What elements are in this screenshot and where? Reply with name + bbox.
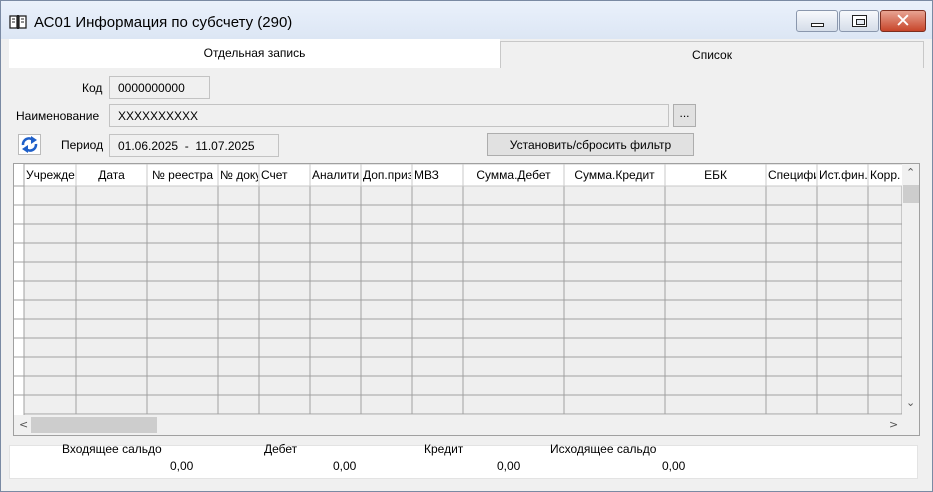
refresh-icon bbox=[21, 136, 38, 153]
column-header[interactable]: Специфи bbox=[765, 164, 820, 187]
table-row[interactable] bbox=[23, 337, 902, 358]
scroll-right-icon[interactable]: > bbox=[889, 418, 898, 431]
column-header[interactable]: ЕБК bbox=[664, 164, 767, 187]
column-header[interactable]: Доп.приз bbox=[360, 164, 414, 187]
horizontal-scroll-thumb[interactable] bbox=[31, 417, 157, 433]
vertical-scroll-thumb[interactable] bbox=[903, 185, 919, 203]
column-header[interactable]: Сумма.Дебет bbox=[462, 164, 565, 187]
column-header-label: Корр. bbox=[870, 168, 900, 182]
credit-value: 0,00 bbox=[497, 459, 521, 473]
refresh-button[interactable] bbox=[18, 134, 41, 155]
window-content: Отдельная запись Список Код 0000000000 Н… bbox=[8, 39, 925, 485]
column-header-label: Сумма.Кредит bbox=[574, 168, 655, 182]
set-reset-filter-button[interactable]: Установить/сбросить фильтр bbox=[487, 133, 694, 156]
period-label: Период bbox=[61, 138, 104, 152]
column-header[interactable]: МВЗ bbox=[411, 164, 464, 187]
records-grid[interactable]: Учрежде Дата № реестра № доку Счет Аналитич До… bbox=[13, 163, 920, 436]
period-field[interactable]: 01.06.2025 - 11.07.2025 bbox=[109, 134, 279, 157]
scroll-down-icon[interactable]: ⌄ bbox=[906, 396, 915, 409]
debit-value: 0,00 bbox=[333, 459, 357, 473]
table-row[interactable] bbox=[23, 318, 902, 339]
grid-table: Учрежде Дата № реестра № доку Счет АналитичДо… bbox=[14, 164, 902, 415]
scroll-up-icon[interactable]: ⌃ bbox=[906, 166, 915, 179]
column-header-label: Счет bbox=[261, 168, 288, 182]
opening-balance-label: Входящее сальдо bbox=[62, 442, 162, 456]
totals-panel: Входящее сальдо 0,00 Дебет 0,00 Кредит 0… bbox=[9, 442, 918, 479]
scroll-left-icon[interactable]: < bbox=[19, 418, 28, 431]
column-header-label: № реестра bbox=[152, 168, 213, 182]
table-row[interactable] bbox=[23, 375, 902, 396]
code-label: Код bbox=[82, 81, 103, 95]
closing-balance-value: 0,00 bbox=[662, 459, 686, 473]
column-header[interactable]: Корр. bbox=[867, 164, 902, 187]
horizontal-scrollbar[interactable]: < > bbox=[14, 415, 902, 435]
record-panel: Код 0000000000 Наименование XXXXXXXXXX .… bbox=[9, 68, 924, 485]
table-row[interactable] bbox=[23, 242, 902, 263]
table-row[interactable] bbox=[23, 280, 902, 301]
column-header[interactable]: Учрежде bbox=[23, 164, 77, 187]
column-header-label: МВЗ bbox=[414, 168, 439, 182]
window-title: АС01 Информация по субсчету (290) bbox=[34, 14, 293, 31]
vertical-scrollbar[interactable]: ⌃ ⌄ bbox=[902, 164, 919, 415]
column-header[interactable]: Ист.фин. bbox=[816, 164, 869, 187]
scroll-corner bbox=[902, 415, 919, 435]
debit-label: Дебет bbox=[264, 442, 298, 456]
column-header[interactable]: № реестра bbox=[146, 164, 219, 187]
table-row[interactable] bbox=[23, 261, 902, 282]
column-header-label: Аналитич bbox=[312, 168, 365, 182]
main-window: АС01 Информация по субсчету (290) ✕ Отде… bbox=[0, 0, 933, 492]
closing-balance-label: Исходящее сальдо bbox=[550, 442, 657, 456]
column-header-label: Сумма.Дебет bbox=[476, 168, 551, 182]
column-header-label: № доку bbox=[220, 168, 261, 182]
opening-balance-value: 0,00 bbox=[170, 459, 194, 473]
name-field[interactable]: XXXXXXXXXX bbox=[109, 104, 669, 127]
minimize-icon bbox=[811, 23, 824, 27]
name-label: Наименование bbox=[16, 109, 100, 123]
column-header-label: ЕБК bbox=[704, 168, 727, 182]
maximize-button[interactable] bbox=[839, 10, 879, 32]
column-header[interactable]: Сумма.Кредит bbox=[563, 164, 666, 187]
book-icon bbox=[9, 15, 27, 29]
column-header[interactable]: Дата bbox=[75, 164, 148, 187]
table-row[interactable] bbox=[23, 394, 902, 415]
column-header-label: Ист.фин. bbox=[819, 168, 868, 182]
column-header-label: Дата bbox=[98, 168, 125, 182]
column-header[interactable]: Аналитич bbox=[309, 164, 365, 187]
table-row[interactable] bbox=[23, 185, 902, 206]
code-field[interactable]: 0000000000 bbox=[109, 76, 210, 99]
column-header-label: Учрежде bbox=[26, 168, 75, 182]
column-header-label: Специфи bbox=[768, 168, 820, 182]
column-header[interactable]: № доку bbox=[217, 164, 261, 187]
title-bar[interactable]: АС01 Информация по субсчету (290) ✕ bbox=[1, 1, 932, 39]
name-lookup-button[interactable]: ... bbox=[673, 104, 696, 127]
table-row[interactable] bbox=[23, 356, 902, 377]
minimize-button[interactable] bbox=[796, 10, 838, 32]
close-icon: ✕ bbox=[895, 10, 911, 32]
column-header[interactable]: Счет bbox=[258, 164, 311, 187]
credit-label: Кредит bbox=[424, 442, 464, 456]
table-row[interactable] bbox=[23, 223, 902, 244]
maximize-icon bbox=[852, 15, 867, 27]
table-row[interactable] bbox=[23, 204, 902, 225]
column-header-label: Доп.приз bbox=[363, 168, 414, 182]
table-row[interactable] bbox=[23, 299, 902, 320]
row-indicator-column bbox=[14, 164, 24, 415]
tab-list[interactable]: Список bbox=[500, 41, 924, 68]
close-button[interactable]: ✕ bbox=[880, 10, 926, 32]
tab-single-record[interactable]: Отдельная запись bbox=[9, 39, 500, 68]
